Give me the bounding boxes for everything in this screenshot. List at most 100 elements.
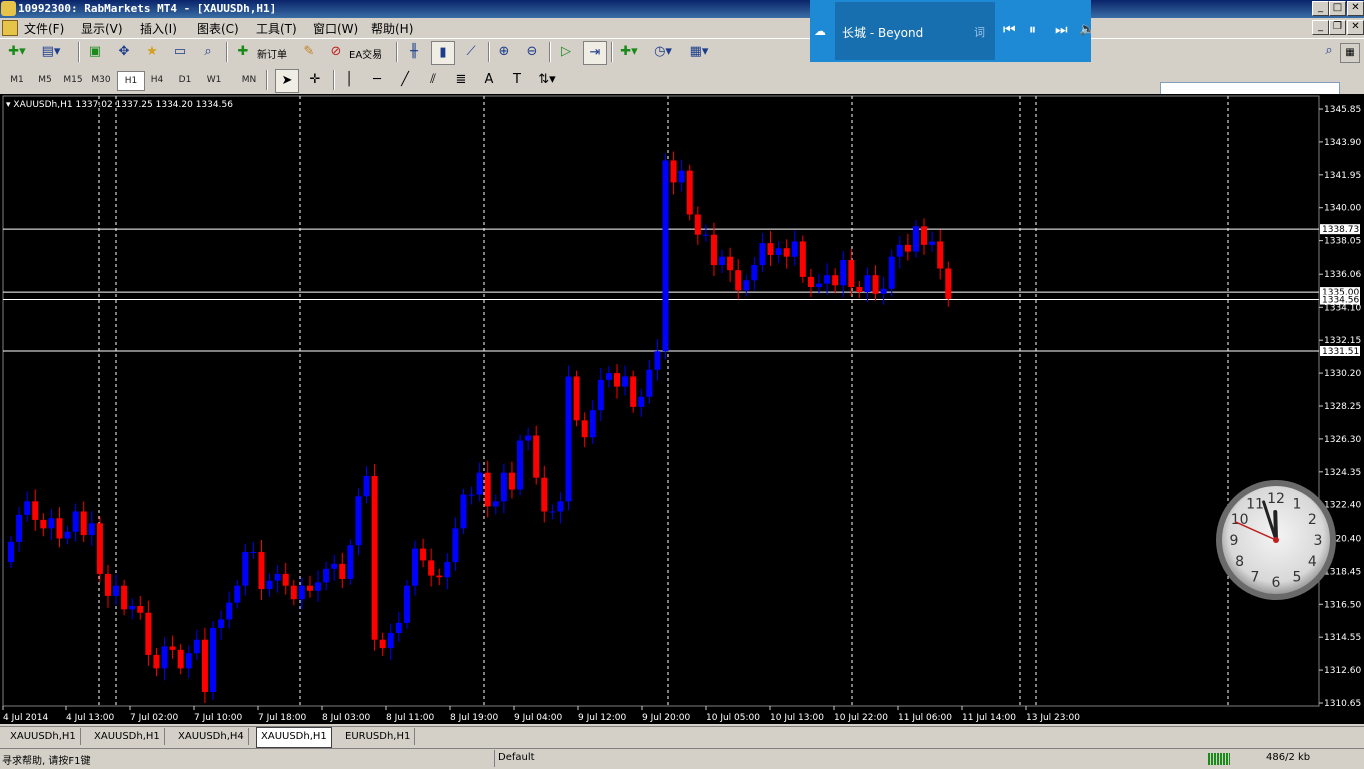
menu-insert[interactable]: 插入(I) (140, 20, 177, 37)
chart-tab[interactable]: EURUSDh,H1 (341, 728, 416, 745)
text-icon[interactable]: A (478, 69, 500, 91)
maximize-icon[interactable]: □ (1329, 1, 1346, 16)
close-icon[interactable]: ✕ (1347, 1, 1364, 16)
child-close-icon[interactable]: ✕ (1347, 20, 1364, 35)
cursor-icon[interactable]: ➤ (275, 69, 299, 93)
search-options-icon[interactable]: ▦ (1340, 43, 1360, 63)
chart-tab[interactable]: XAUUSDh,H1 (6, 728, 81, 745)
menu-window[interactable]: 窗口(W) (313, 20, 358, 37)
status-profile: Default (498, 752, 535, 763)
candle-bull (226, 602, 233, 620)
timeframe-m1[interactable]: M1 (4, 71, 30, 89)
strategy-tester-icon[interactable]: ⌕ (197, 41, 219, 63)
equidistant-channel-icon[interactable]: ⫽ (422, 69, 444, 91)
candle-bear (727, 256, 734, 271)
menu-file[interactable]: 文件(F) (24, 20, 64, 37)
app-icon[interactable] (1, 1, 16, 16)
pause-icon[interactable]: ⏸ (1029, 22, 1036, 38)
connection-status-icon[interactable] (1208, 753, 1230, 765)
candle-bull (622, 376, 629, 387)
crosshair-icon[interactable]: ✛ (304, 69, 326, 91)
timeframe-m5[interactable]: M5 (32, 71, 58, 89)
timeframe-h4[interactable]: H4 (144, 71, 170, 89)
clock-center-pin (1273, 537, 1279, 543)
candle-bull (896, 244, 903, 257)
candle-bull (646, 369, 653, 397)
candle-bull (452, 528, 459, 563)
line-chart-icon[interactable]: ⟋ (460, 41, 482, 63)
chart-shift-icon[interactable]: ⇥ (583, 41, 607, 65)
y-tick-label: 1345.85 (1324, 105, 1361, 115)
arrows-icon[interactable]: ⇅▾ (536, 69, 558, 91)
clock-numeral: 6 (1272, 575, 1281, 591)
indicators-icon[interactable]: ✚▾ (618, 41, 640, 63)
volume-icon[interactable]: 🔈 (1079, 22, 1095, 37)
chart-tab-active[interactable]: XAUUSDh,H1 (256, 727, 332, 748)
status-traffic: 486/2 kb (1266, 752, 1311, 763)
clock-numeral: 12 (1267, 491, 1285, 507)
candle-bull (654, 351, 661, 370)
cloud-icon[interactable]: ☁ (814, 24, 826, 38)
expert-advisors-icon[interactable]: ⊘ (325, 41, 347, 63)
horizontal-line-icon[interactable]: ─ (366, 69, 388, 91)
title-bar: 10992300: RabMarkets MT4 - [XAUUSDh,H1] … (0, 0, 1364, 18)
zoom-in-icon[interactable]: ⊕ (493, 41, 515, 63)
menu-view[interactable]: 显示(V) (81, 20, 123, 37)
x-tick-label: 8 Jul 11:00 (386, 713, 435, 723)
metaeditor-icon[interactable]: ✎ (298, 41, 320, 63)
periods-icon[interactable]: ◷▾ (652, 41, 674, 63)
timeframe-m15[interactable]: M15 (60, 71, 86, 89)
next-track-icon[interactable]: ⏭ (1055, 22, 1068, 38)
lyrics-icon[interactable]: 词 (974, 24, 985, 40)
child-restore-icon[interactable]: ❐ (1329, 20, 1346, 35)
bar-chart-icon[interactable]: ╫ (403, 41, 425, 63)
candle-bull (444, 562, 451, 578)
candle-bear (80, 511, 87, 536)
minimize-icon[interactable]: _ (1312, 1, 1329, 16)
price-chart[interactable]: 1345.85 1343.90 1341.95 1340.00 1338.05 1336.… (0, 94, 1364, 724)
y-tick-label: 1330.20 (1324, 369, 1361, 379)
ea-trading-button[interactable]: EA交易 (349, 46, 382, 61)
menu-tools[interactable]: 工具(T) (256, 20, 297, 37)
previous-track-icon[interactable]: ⏮ (1003, 22, 1016, 38)
x-tick-label: 8 Jul 03:00 (322, 713, 371, 723)
fibonacci-icon[interactable]: ≣ (450, 69, 472, 91)
candle-bear (848, 260, 855, 288)
data-window-icon[interactable]: ✥ (113, 41, 135, 63)
timeframe-h1[interactable]: H1 (117, 71, 145, 91)
y-tick-label: 1310.65 (1324, 699, 1361, 709)
market-watch-icon[interactable]: ▣ (84, 41, 106, 63)
candle-bear (921, 226, 928, 245)
profiles-icon[interactable]: ▤▾ (40, 41, 62, 63)
trendline-icon[interactable]: ╱ (394, 69, 416, 91)
new-order-button[interactable]: 新订单 (257, 46, 287, 61)
timeframe-d1[interactable]: D1 (172, 71, 198, 89)
menu-charts[interactable]: 图表(C) (197, 20, 239, 37)
search-icon[interactable]: ⌕ (1318, 40, 1340, 62)
vertical-line-icon[interactable]: │ (338, 69, 360, 91)
new-order-icon[interactable]: ✚ (232, 41, 254, 63)
y-tick-label: 1336.06 (1324, 270, 1361, 280)
zoom-out-icon[interactable]: ⊖ (521, 41, 543, 63)
candlesticks-icon[interactable]: ▮ (431, 41, 455, 65)
mdi-child-icon[interactable] (2, 20, 18, 36)
timeframe-m30[interactable]: M30 (88, 71, 114, 89)
text-label-icon[interactable]: T (506, 69, 528, 91)
candle-bull (468, 494, 475, 496)
child-minimize-icon[interactable]: _ (1312, 20, 1329, 35)
terminal-icon[interactable]: ▭ (169, 41, 191, 63)
chart-tab[interactable]: XAUUSDh,H4 (174, 728, 249, 745)
auto-scroll-icon[interactable]: ▷ (555, 41, 577, 63)
chart-tab[interactable]: XAUUSDh,H1 (90, 728, 165, 745)
timeframe-w1[interactable]: W1 (201, 71, 227, 89)
candle-bear (201, 639, 208, 693)
candle-bull (743, 280, 750, 291)
chart-window[interactable]: 1345.85 1343.90 1341.95 1340.00 1338.05 1336.… (0, 94, 1364, 724)
navigator-icon[interactable]: ★ (141, 41, 163, 63)
new-chart-icon[interactable]: ✚▾ (6, 41, 28, 63)
menu-help[interactable]: 帮助(H) (371, 20, 413, 37)
templates-icon[interactable]: ▦▾ (688, 41, 710, 63)
candle-bull (605, 373, 612, 380)
timeframe-mn[interactable]: MN (236, 71, 262, 89)
candle-bull (759, 243, 766, 266)
